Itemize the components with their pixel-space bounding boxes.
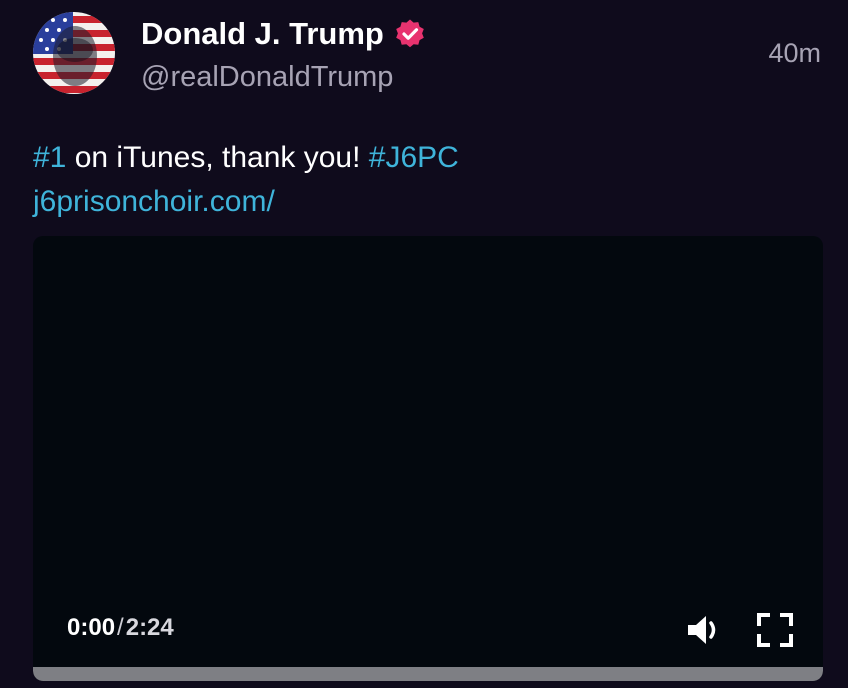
post-text-line-2: j6prisonchoir.com/ (33, 180, 459, 224)
avatar-image (33, 12, 115, 94)
hashtag-link[interactable]: #1 (33, 141, 66, 174)
video-time-display: 0:00/2:24 (67, 614, 174, 642)
post-timestamp[interactable]: 40m (768, 38, 821, 69)
author-handle[interactable]: @realDonaldTrump (141, 61, 393, 94)
fullscreen-icon[interactable] (756, 612, 794, 648)
video-time-separator: / (117, 614, 124, 641)
verified-badge-icon (396, 19, 424, 48)
post-text-line-1: #1 on iTunes, thank you! #J6PC (33, 136, 459, 180)
hashtag-link[interactable]: #J6PC (369, 141, 459, 174)
video-current-time: 0:00 (67, 614, 116, 641)
avatar[interactable] (33, 12, 115, 94)
post-body-text: on iTunes, thank you! (66, 141, 369, 174)
external-link[interactable]: j6prisonchoir.com/ (33, 185, 275, 218)
speaker-icon[interactable] (686, 613, 726, 647)
video-progress-bar[interactable] (33, 667, 823, 681)
post-card: Donald J. Trump @realDonaldTrump 40m #1 … (0, 0, 848, 688)
video-player[interactable]: 0:00/2:24 (33, 236, 823, 681)
author-name-row: Donald J. Trump (141, 16, 426, 52)
author-display-name[interactable]: Donald J. Trump (141, 16, 384, 52)
video-duration: 2:24 (125, 614, 174, 641)
post-text: #1 on iTunes, thank you! #J6PC j6prisonc… (33, 136, 459, 224)
